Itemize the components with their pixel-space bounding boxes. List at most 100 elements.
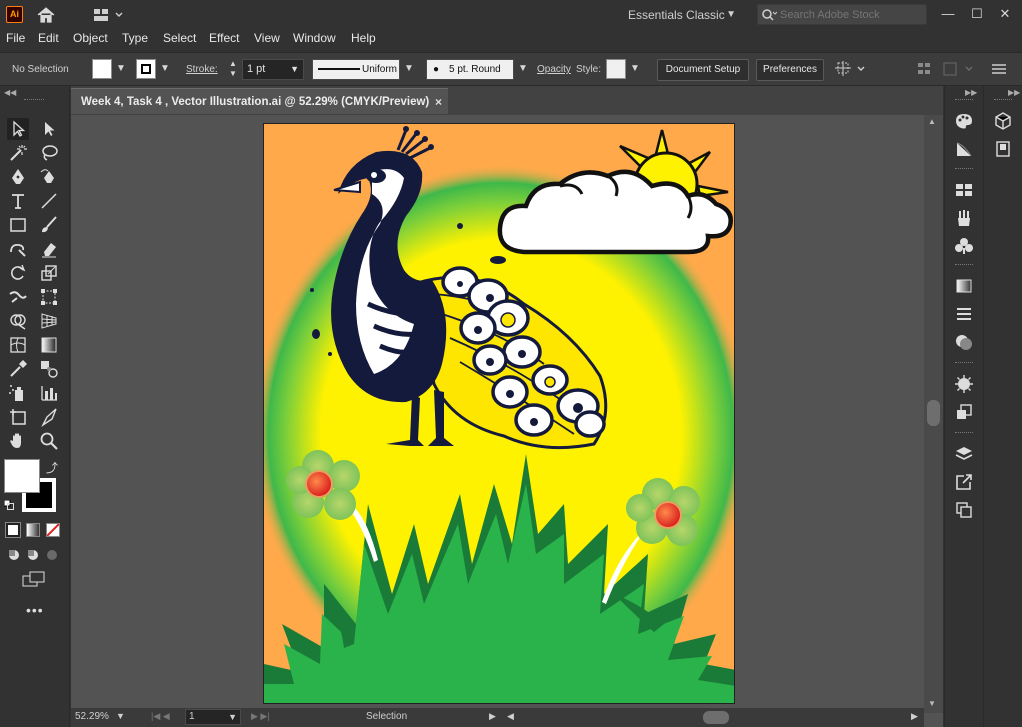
scroll-down-icon[interactable]: ▼ xyxy=(928,699,936,708)
swap-colors-icon[interactable]: ⤴ xyxy=(46,459,58,476)
graphic-style-swatch[interactable] xyxy=(606,59,626,79)
scroll-right-icon[interactable]: ▶ xyxy=(911,711,918,722)
swatches-icon[interactable] xyxy=(954,180,974,200)
stroke-stepper-icon[interactable]: ▲ ▼ xyxy=(226,59,240,79)
color-guide-icon[interactable] xyxy=(954,139,974,159)
column-graph-tool-icon[interactable] xyxy=(38,382,60,404)
color-mode-icon[interactable] xyxy=(5,522,21,538)
profile-chevron-icon[interactable]: ▼ xyxy=(402,59,416,79)
stroke-weight-field[interactable]: 1 pt ▼ xyxy=(242,59,304,80)
edit-toolbar-icon[interactable]: ••• xyxy=(26,602,44,618)
eraser-tool-icon[interactable] xyxy=(38,238,60,260)
gradient-panel-icon[interactable] xyxy=(954,276,974,296)
gradient-tool-icon[interactable] xyxy=(38,334,60,356)
menu-effect[interactable]: Effect xyxy=(209,30,239,52)
horizontal-scroll-thumb[interactable] xyxy=(703,711,729,724)
perspective-grid-tool-icon[interactable] xyxy=(38,310,60,332)
artboard-number-field[interactable]: 1 ▼ xyxy=(185,709,241,725)
stock-search[interactable] xyxy=(757,4,927,25)
menu-view[interactable]: View xyxy=(254,30,280,52)
preferences-button[interactable]: Preferences xyxy=(756,59,824,81)
properties-icon[interactable] xyxy=(993,139,1013,159)
first-artboard-icon[interactable]: |◀ ◀ xyxy=(151,711,170,722)
close-tab-icon[interactable]: × xyxy=(435,89,442,115)
collapse-dock-icon[interactable]: ▶▶ xyxy=(1008,88,1020,97)
stroke-panel-icon[interactable] xyxy=(954,304,974,324)
stroke-swatch[interactable] xyxy=(136,59,156,79)
menu-file[interactable]: File xyxy=(6,30,25,52)
direct-selection-tool-icon[interactable] xyxy=(38,118,60,140)
artboard[interactable] xyxy=(263,123,735,704)
default-colors-icon[interactable] xyxy=(3,499,14,510)
slice-tool-icon[interactable] xyxy=(38,406,60,428)
status-menu-icon[interactable]: ▶ xyxy=(489,711,496,722)
brush-chevron-icon[interactable]: ▼ xyxy=(516,59,530,79)
document-tab[interactable]: Week 4, Task 4 , Vector Illustration.ai … xyxy=(71,88,448,114)
none-mode-icon[interactable] xyxy=(46,523,60,537)
symbol-sprayer-tool-icon[interactable] xyxy=(7,382,29,404)
transparency-icon[interactable] xyxy=(954,332,974,352)
brush-definition[interactable]: ● 5 pt. Round xyxy=(426,59,514,80)
hand-tool-icon[interactable] xyxy=(7,430,29,452)
color-panel-icon[interactable] xyxy=(954,111,974,131)
artboard-tool-icon[interactable] xyxy=(7,406,29,428)
paintbrush-tool-icon[interactable] xyxy=(38,214,60,236)
line-segment-tool-icon[interactable] xyxy=(38,190,60,212)
scroll-up-icon[interactable]: ▲ xyxy=(928,117,936,126)
stroke-label[interactable]: Stroke: xyxy=(186,64,218,75)
draw-modes-icon[interactable] xyxy=(6,547,62,563)
eyedropper-tool-icon[interactable] xyxy=(7,358,29,380)
menu-type[interactable]: Type xyxy=(122,30,148,52)
zoom-chevron-icon[interactable]: ▼ xyxy=(116,711,125,721)
screen-mode-icon[interactable] xyxy=(22,571,46,587)
vertical-scroll-thumb[interactable] xyxy=(927,400,940,426)
rectangle-tool-icon[interactable] xyxy=(7,214,29,236)
scroll-left-icon[interactable]: ◀ xyxy=(507,711,514,722)
collapse-panel-icon[interactable]: ◀◀ xyxy=(4,88,16,97)
graphic-styles-icon[interactable] xyxy=(954,402,974,422)
symbols-icon[interactable] xyxy=(954,236,974,256)
menu-help[interactable]: Help xyxy=(351,30,376,52)
appearance-icon[interactable] xyxy=(954,374,974,394)
free-transform-tool-icon[interactable] xyxy=(38,286,60,308)
shape-builder-tool-icon[interactable] xyxy=(7,310,29,332)
fill-swatch[interactable] xyxy=(92,59,112,79)
arrange-documents-icon[interactable] xyxy=(92,7,124,23)
align-options-icon[interactable] xyxy=(834,60,868,78)
transform-options-icon[interactable] xyxy=(940,61,976,77)
export-icon[interactable] xyxy=(954,472,974,492)
menu-select[interactable]: Select xyxy=(163,30,196,52)
blend-tool-icon[interactable] xyxy=(38,358,60,380)
document-setup-button[interactable]: Document Setup xyxy=(657,59,749,81)
style-chevron-icon[interactable]: ▼ xyxy=(628,59,642,79)
scale-tool-icon[interactable] xyxy=(38,262,60,284)
selection-tool-icon[interactable] xyxy=(7,118,29,140)
opacity-label[interactable]: Opacity xyxy=(537,64,571,75)
menu-list-icon[interactable] xyxy=(990,61,1008,77)
zoom-tool-icon[interactable] xyxy=(38,430,60,452)
menu-object[interactable]: Object xyxy=(73,30,108,52)
menu-edit[interactable]: Edit xyxy=(38,30,59,52)
warp-tool-icon[interactable] xyxy=(7,286,29,308)
magic-wand-tool-icon[interactable] xyxy=(7,142,29,164)
shaper-tool-icon[interactable] xyxy=(7,238,29,260)
type-tool-icon[interactable] xyxy=(7,190,29,212)
maximize-button[interactable]: ☐ xyxy=(964,2,990,26)
search-input[interactable] xyxy=(780,7,920,22)
curvature-tool-icon[interactable] xyxy=(38,166,60,188)
lasso-tool-icon[interactable] xyxy=(38,142,60,164)
artboards-panel-icon[interactable] xyxy=(954,500,974,520)
expand-panels-icon[interactable]: ▶▶ xyxy=(965,88,977,97)
libraries-icon[interactable] xyxy=(993,111,1013,131)
vertical-scrollbar[interactable]: ▲ ▼ xyxy=(924,115,943,713)
home-icon[interactable] xyxy=(36,5,56,25)
pen-tool-icon[interactable] xyxy=(7,166,29,188)
zoom-level[interactable]: 52.29% xyxy=(75,711,109,722)
mesh-tool-icon[interactable] xyxy=(7,334,29,356)
fill-dropdown-chevron-icon[interactable]: ▼ xyxy=(114,59,128,79)
minimize-button[interactable]: — xyxy=(935,2,961,26)
gradient-mode-icon[interactable] xyxy=(26,523,40,537)
stroke-dropdown-chevron-icon[interactable]: ▼ xyxy=(158,59,172,79)
arrange-icon[interactable] xyxy=(916,61,936,77)
layers-icon[interactable] xyxy=(954,444,974,464)
